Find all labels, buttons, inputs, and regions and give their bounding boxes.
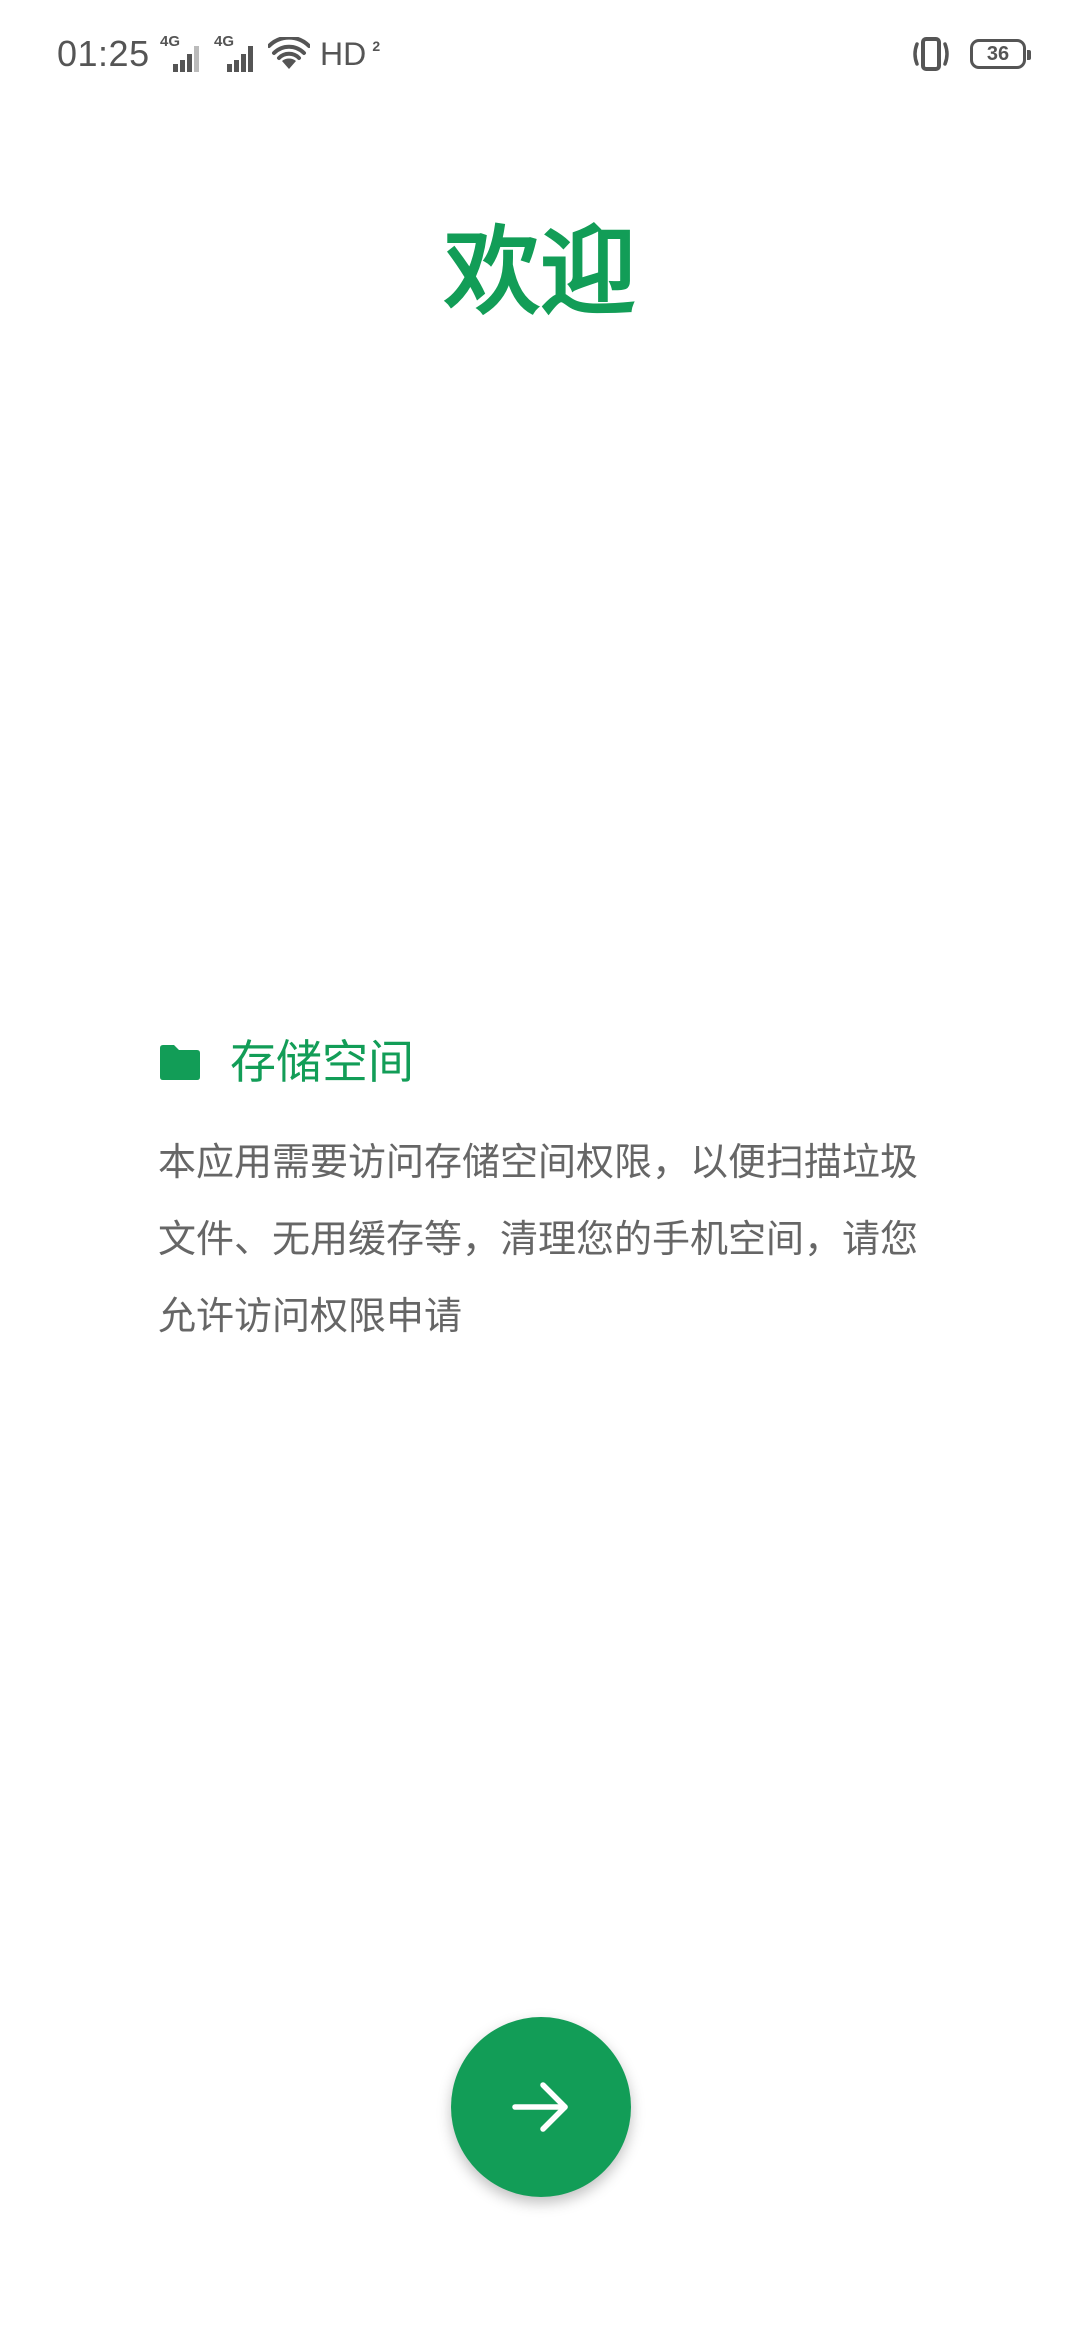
- battery-level: 36: [986, 43, 1010, 65]
- status-right-icons: 36: [908, 30, 1031, 78]
- status-bar: 01:25 4G 4G HD 2 36: [0, 0, 1080, 110]
- sim1-network-type: 4G: [160, 33, 181, 50]
- vibrate-icon: [913, 37, 949, 71]
- permission-title: 存储空间: [230, 1035, 414, 1089]
- next-button[interactable]: [451, 2017, 631, 2197]
- wifi-icon: [268, 37, 310, 69]
- permission-header: 存储空间: [158, 1030, 414, 1094]
- arrow-right-icon: [512, 2082, 568, 2132]
- hd-sub-label: 2: [372, 37, 381, 54]
- status-time: 01:25: [57, 33, 150, 74]
- folder-icon: [160, 1045, 200, 1080]
- welcome-screen: 01:25 4G 4G HD 2 36 欢迎 存储空间 本应用需要访问存储空间权…: [0, 0, 1080, 2340]
- battery-icon: 36: [970, 39, 1031, 69]
- page-title: 欢迎: [444, 216, 636, 328]
- status-left-icons: 4G 4G HD 2: [160, 30, 380, 78]
- permission-description: 本应用需要访问存储空间权限，以便扫描垃圾文件、无用缓存等，清理您的手机空间，请您…: [158, 1140, 919, 1338]
- signal-sim2-icon: 4G: [214, 34, 258, 74]
- sim2-network-type: 4G: [214, 33, 235, 50]
- hd-label: HD: [320, 35, 367, 72]
- hd-voice-icon: HD 2: [320, 36, 380, 73]
- signal-sim1-icon: 4G: [160, 34, 204, 74]
